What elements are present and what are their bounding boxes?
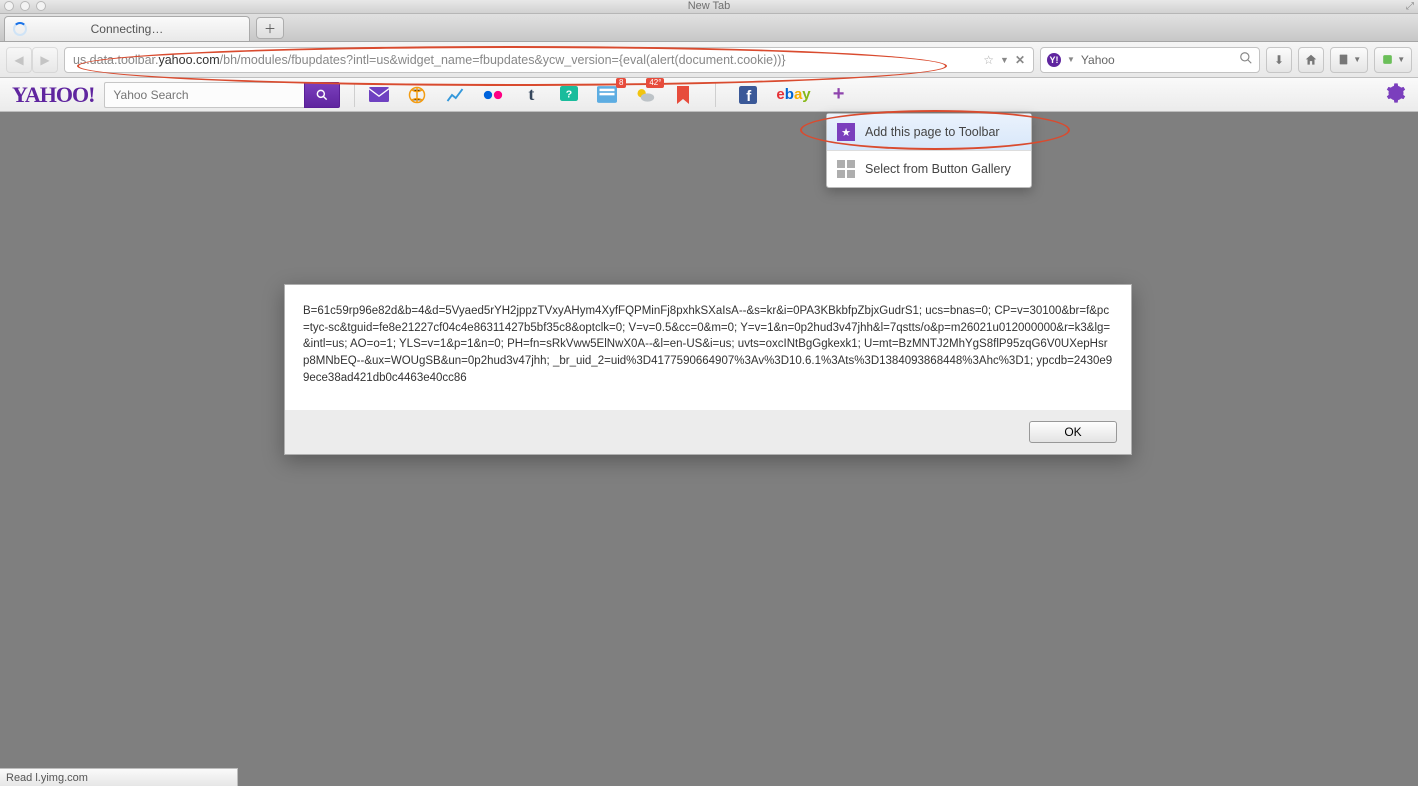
star-icon: ★ (837, 123, 855, 141)
gear-icon[interactable] (1386, 83, 1406, 106)
traffic-lights (4, 1, 46, 11)
mail-icon[interactable] (369, 85, 389, 105)
menu-item-add-page[interactable]: ★ Add this page to Toolbar (827, 114, 1031, 150)
sports-icon[interactable] (407, 85, 427, 105)
alert-ok-button[interactable]: OK (1029, 421, 1117, 443)
weather-icon[interactable]: 42° (635, 85, 655, 105)
yahoo-toolbar: YAHOO! t ? 8 42° f ebay + (0, 78, 1418, 112)
javascript-alert-dialog: B=61c59rp96e82d&b=4&d=5Vyaed5rYH2jppzTVx… (284, 284, 1132, 455)
svg-text:?: ? (566, 88, 572, 100)
grid-icon (837, 160, 855, 178)
minimize-window-button[interactable] (20, 1, 30, 11)
yahoo-search-input[interactable] (104, 82, 304, 108)
alert-message: B=61c59rp96e82d&b=4&d=5Vyaed5rYH2jppzTVx… (285, 285, 1131, 410)
back-button[interactable]: ◀ (6, 47, 32, 73)
answers-icon[interactable]: ? (559, 85, 579, 105)
facebook-icon[interactable]: f (738, 85, 758, 105)
url-text: us.data.toolbar.yahoo.com/bh/modules/fbu… (73, 53, 786, 67)
search-engine-dropdown-icon[interactable]: ▼ (1067, 55, 1075, 64)
home-button[interactable] (1298, 47, 1324, 73)
menu-item-gallery[interactable]: Select from Button Gallery (827, 151, 1031, 187)
add-button-dropdown: ★ Add this page to Toolbar Select from B… (826, 113, 1032, 188)
bookmarks-menu-button[interactable]: ▼ (1330, 47, 1368, 73)
url-bar[interactable]: us.data.toolbar.yahoo.com/bh/modules/fbu… (64, 47, 1034, 73)
status-text: Read l.yimg.com (6, 772, 88, 784)
forward-button[interactable]: ▶ (32, 47, 58, 73)
status-bar: Read l.yimg.com (0, 768, 238, 786)
yahoo-logo[interactable]: YAHOO! (12, 82, 94, 108)
downloads-button[interactable]: ⬇ (1266, 47, 1292, 73)
contacts-badge: 8 (616, 78, 626, 88)
toolbar-divider-2 (715, 83, 716, 107)
address-toolbar: ◀ ▶ us.data.toolbar.yahoo.com/bh/modules… (0, 42, 1418, 78)
close-window-button[interactable] (4, 1, 14, 11)
stop-loading-icon[interactable]: ✕ (1015, 53, 1025, 67)
bookmark-ribbon-icon[interactable] (673, 85, 693, 105)
yahoo-engine-icon: Y! (1047, 53, 1061, 67)
menu-label: Add this page to Toolbar (865, 125, 1000, 139)
browser-tab[interactable]: Connecting… (4, 16, 250, 41)
window-title: New Tab (0, 0, 1418, 12)
ebay-icon[interactable]: ebay (776, 85, 810, 105)
zoom-window-button[interactable] (36, 1, 46, 11)
bookmark-star-icon[interactable]: ☆ (983, 53, 994, 67)
add-toolbar-button[interactable]: + (829, 85, 849, 105)
new-tab-button[interactable]: ＋ (256, 17, 284, 39)
mac-titlebar: New Tab ⤢ (0, 0, 1418, 14)
finance-icon[interactable] (445, 85, 465, 105)
contacts-icon[interactable]: 8 (597, 85, 617, 105)
menu-label: Select from Button Gallery (865, 162, 1011, 176)
tab-strip: Connecting… ＋ (0, 14, 1418, 42)
loading-spinner-icon (13, 22, 27, 36)
tab-label: Connecting… (91, 22, 164, 36)
flickr-icon[interactable] (483, 85, 503, 105)
browser-search-box[interactable]: Y! ▼ Yahoo (1040, 47, 1260, 73)
fullscreen-icon[interactable]: ⤢ (1406, 1, 1414, 12)
yahoo-search-button[interactable] (304, 82, 340, 108)
weather-badge: 42° (646, 78, 664, 88)
search-engine-label: Yahoo (1081, 53, 1115, 67)
extension-menu-button[interactable]: ▼ (1374, 47, 1412, 73)
tumblr-icon[interactable]: t (521, 85, 541, 105)
url-history-dropdown[interactable]: ▼ (1000, 55, 1009, 65)
toolbar-divider (354, 83, 355, 107)
search-icon[interactable] (1239, 51, 1253, 68)
